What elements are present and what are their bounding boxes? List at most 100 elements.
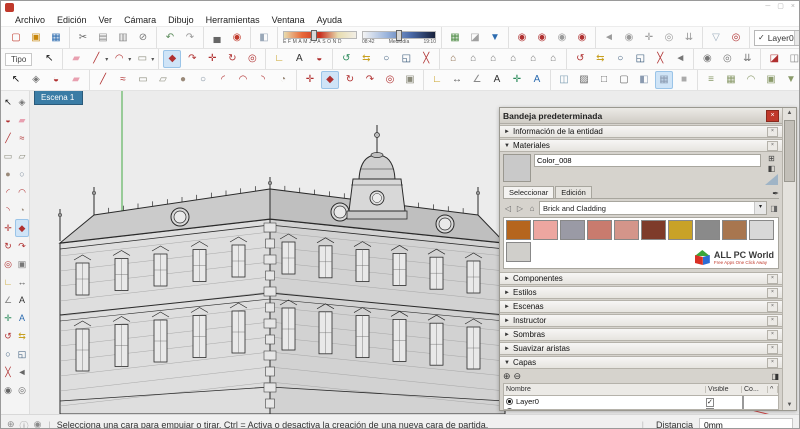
pie-icon[interactable]: ◔ [15, 201, 29, 219]
maximize-icon[interactable]: ▢ [777, 1, 784, 13]
rotated-rectangle-icon[interactable]: ▱ [154, 71, 172, 89]
line-large-icon[interactable]: ╱ [94, 71, 112, 89]
paint-display-icon[interactable]: ◧ [768, 164, 776, 173]
brick-rough-swatch[interactable] [506, 220, 531, 240]
look-around-2-icon[interactable]: ◎ [718, 50, 736, 68]
layer-radio[interactable] [506, 398, 513, 405]
section-close-icon[interactable]: × [767, 344, 778, 354]
move-icon[interactable]: ✛ [1, 219, 15, 237]
layer-dropdown[interactable]: ✓ Layer0 ▾ [754, 30, 800, 46]
menu-ayuda[interactable]: Ayuda [311, 15, 348, 25]
push-pull-icon[interactable]: ◆ [163, 50, 181, 68]
section-close-icon[interactable]: × [767, 288, 778, 298]
select-large-icon[interactable]: ↖ [7, 71, 25, 89]
visible-checkbox[interactable]: ✓ [706, 408, 714, 411]
eraser-icon[interactable]: ▰ [67, 50, 85, 68]
menu-herramientas[interactable]: Herramientas [200, 15, 266, 25]
stone-blocks-swatch[interactable] [560, 220, 585, 240]
pan-2-icon[interactable]: ⇆ [591, 50, 609, 68]
menu-ver[interactable]: Ver [93, 15, 119, 25]
material-name-field[interactable] [534, 154, 761, 167]
styles-tool-3-icon[interactable]: ◉ [553, 29, 571, 47]
section-close-icon[interactable]: × [767, 358, 778, 368]
secondary-pane-icon[interactable]: ◨ [769, 204, 779, 213]
section-close-icon[interactable]: × [767, 274, 778, 284]
three-point-arc-icon[interactable]: ◝ [1, 201, 15, 219]
section-close-icon[interactable]: × [767, 127, 778, 137]
scroll-up-icon[interactable]: ▲ [787, 108, 793, 118]
rotated-rectangle-icon[interactable]: ▱ [15, 147, 29, 165]
rotate-icon[interactable]: ↻ [223, 50, 241, 68]
offset-icon[interactable]: ◎ [243, 50, 261, 68]
styles-tool-1-icon[interactable]: ◉ [513, 29, 531, 47]
front-view-icon[interactable]: ⌂ [484, 50, 502, 68]
offset-large-icon[interactable]: ◎ [381, 71, 399, 89]
select-icon[interactable]: ↖ [1, 93, 15, 111]
move-large-icon[interactable]: ✛ [301, 71, 319, 89]
toggle-terrain-icon[interactable]: ◪ [466, 29, 484, 47]
pavers-pink-swatch[interactable] [614, 220, 639, 240]
push-pull-large-icon[interactable]: ◆ [321, 71, 339, 89]
time-slider-thumb[interactable] [396, 30, 402, 41]
shadow-time-slider[interactable] [362, 31, 436, 39]
visible-checkbox[interactable]: ✓ [706, 398, 714, 407]
protractor-icon[interactable]: ∠ [468, 71, 486, 89]
scene-tab[interactable]: Escena 1 [34, 91, 83, 105]
layers-detail-icon[interactable]: ◨ [771, 372, 779, 381]
stamp-icon[interactable]: ▣ [762, 71, 780, 89]
zoom-icon[interactable]: ○ [1, 345, 15, 363]
monochrome-icon[interactable]: ■ [675, 71, 693, 89]
scrollbar-thumb[interactable] [784, 120, 795, 182]
drape-icon[interactable]: ▼ [782, 71, 800, 89]
look-around-icon[interactable]: ◎ [15, 381, 29, 399]
position-camera-icon[interactable]: ✛ [640, 29, 658, 47]
text-large-icon[interactable]: A [488, 71, 506, 89]
brick-pink-swatch[interactable] [533, 220, 558, 240]
line-icon[interactable]: ╱ [1, 129, 15, 147]
make-component-icon[interactable]: ◈ [15, 93, 29, 111]
arc-dropdown-icon[interactable]: ▾ [128, 56, 131, 63]
right-view-icon[interactable]: ⌂ [504, 50, 522, 68]
circle-icon[interactable]: ● [174, 71, 192, 89]
section-close-icon[interactable]: × [767, 302, 778, 312]
paint-bucket-large-icon[interactable]: ◒ [47, 71, 65, 89]
zoom-window-2-icon[interactable]: ◱ [631, 50, 649, 68]
orbit-icon[interactable]: ↺ [1, 327, 15, 345]
menu-archivo[interactable]: Archivo [9, 15, 51, 25]
save-file-icon[interactable]: ▦ [47, 29, 65, 47]
section-componentes[interactable]: ►Componentes× [500, 272, 782, 285]
wireframe-icon[interactable]: □ [595, 71, 613, 89]
erase-icon[interactable]: ⊘ [134, 29, 152, 47]
follow-me-icon[interactable]: ↷ [15, 237, 29, 255]
back-arrow-icon[interactable]: ◁ [503, 204, 513, 213]
copy-icon[interactable]: ▤ [94, 29, 112, 47]
create-material-icon[interactable]: ⊞ [768, 154, 775, 163]
offset-icon[interactable]: ◎ [1, 255, 15, 273]
pan-icon[interactable]: ⇆ [357, 50, 375, 68]
minimize-icon[interactable]: ─ [765, 1, 770, 13]
scale-icon[interactable]: ▣ [401, 71, 419, 89]
brick-dark-swatch[interactable] [641, 220, 666, 240]
print-icon[interactable]: ▄ [208, 29, 226, 47]
zoom-icon[interactable]: ○ [377, 50, 395, 68]
section-close-icon[interactable]: × [767, 330, 778, 340]
push-pull-icon[interactable]: ◆ [15, 219, 29, 237]
layer-row-fachada-3[interactable]: FACHADA 3✓ [504, 406, 778, 410]
zoom-extents-icon[interactable]: ╳ [1, 363, 15, 381]
move-icon[interactable]: ✛ [203, 50, 221, 68]
shaded-with-textures-icon[interactable]: ▦ [655, 71, 673, 89]
line-dropdown-icon[interactable]: ▾ [105, 56, 108, 63]
rectangle-icon[interactable]: ▭ [1, 147, 15, 165]
orbit-2-icon[interactable]: ↺ [571, 50, 589, 68]
tape-measure-icon[interactable]: ∟ [1, 273, 15, 291]
select-icon[interactable]: ↖ [40, 50, 58, 68]
follow-me-large-icon[interactable]: ↷ [361, 71, 379, 89]
credits-icon[interactable]: ⓘ [20, 419, 29, 429]
rotate-icon[interactable]: ↻ [1, 237, 15, 255]
smoove-icon[interactable]: ◠ [742, 71, 760, 89]
three-point-arc-icon[interactable]: ◝ [254, 71, 272, 89]
cut-icon[interactable]: ✂ [74, 29, 92, 47]
forward-arrow-icon[interactable]: ▷ [515, 204, 525, 213]
polygon-icon[interactable]: ○ [194, 71, 212, 89]
add-location-icon[interactable]: ▦ [446, 29, 464, 47]
